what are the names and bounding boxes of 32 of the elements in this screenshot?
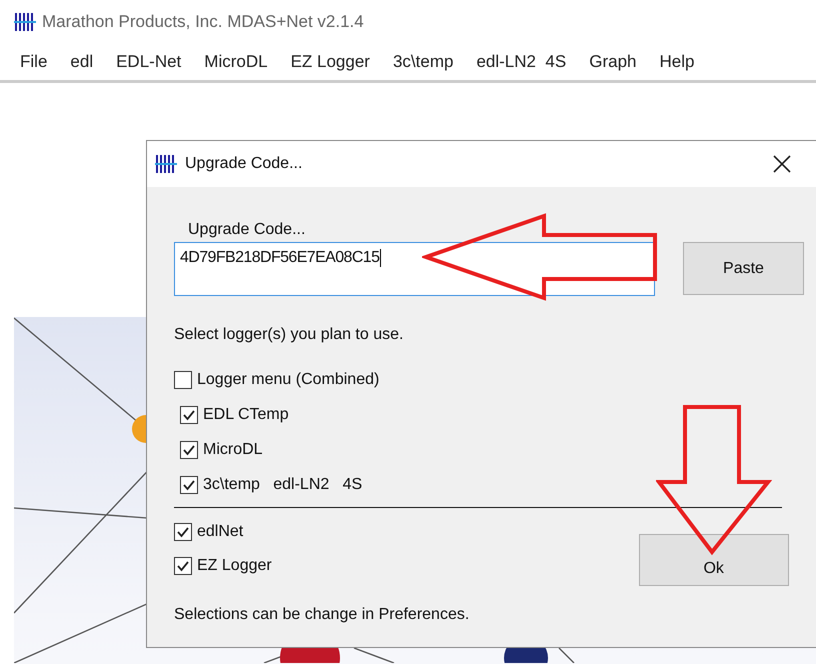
paste-button[interactable]: Paste (683, 242, 804, 295)
menu-item[interactable]: 3c\temp (392, 52, 454, 72)
checkbox[interactable] (180, 406, 198, 424)
checkbox-label: Logger menu (Combined) (197, 371, 380, 389)
menu-item[interactable]: Help (659, 52, 694, 72)
footer-note: Selections can be change in Preferences. (174, 606, 470, 624)
checkbox[interactable] (180, 441, 198, 459)
checkbox-label: edlNet (197, 523, 244, 541)
app-logo-icon (155, 154, 177, 174)
checkbox[interactable] (180, 476, 198, 494)
ok-button[interactable]: Ok (638, 534, 789, 586)
checkbox-label: 3c\temp edl-LN2 4S (203, 476, 362, 494)
window-title: Marathon Products, Inc. MDAS+Net v2.1.4 (42, 12, 364, 32)
checkbox[interactable] (174, 371, 192, 389)
field-label: Upgrade Code... (188, 221, 306, 239)
checkbox-label: EZ Logger (197, 557, 272, 575)
menu-item[interactable]: File (20, 52, 48, 72)
checkbox[interactable] (174, 523, 192, 541)
menu-item[interactable]: MicroDL (204, 52, 268, 72)
menu-item[interactable]: edl (70, 52, 94, 72)
menu-item[interactable]: EDL-Net (116, 52, 182, 72)
checkbox-label: MicroDL (203, 441, 263, 459)
close-icon[interactable] (773, 155, 791, 173)
upgrade-code-field[interactable]: 4D79FB218DF56E7EA08C15 (174, 242, 655, 296)
dialog-title: Upgrade Code... (185, 155, 304, 173)
instruction-text: Select logger(s) you plan to use. (174, 326, 404, 344)
checkbox-label: EDL CTemp (203, 406, 289, 424)
menu-item[interactable]: edl-LN2 4S (476, 52, 566, 72)
menu-item[interactable]: Graph (589, 52, 636, 72)
app-logo-icon (14, 12, 36, 32)
menu-item[interactable]: EZ Logger (290, 52, 370, 72)
checkbox[interactable] (174, 557, 192, 575)
